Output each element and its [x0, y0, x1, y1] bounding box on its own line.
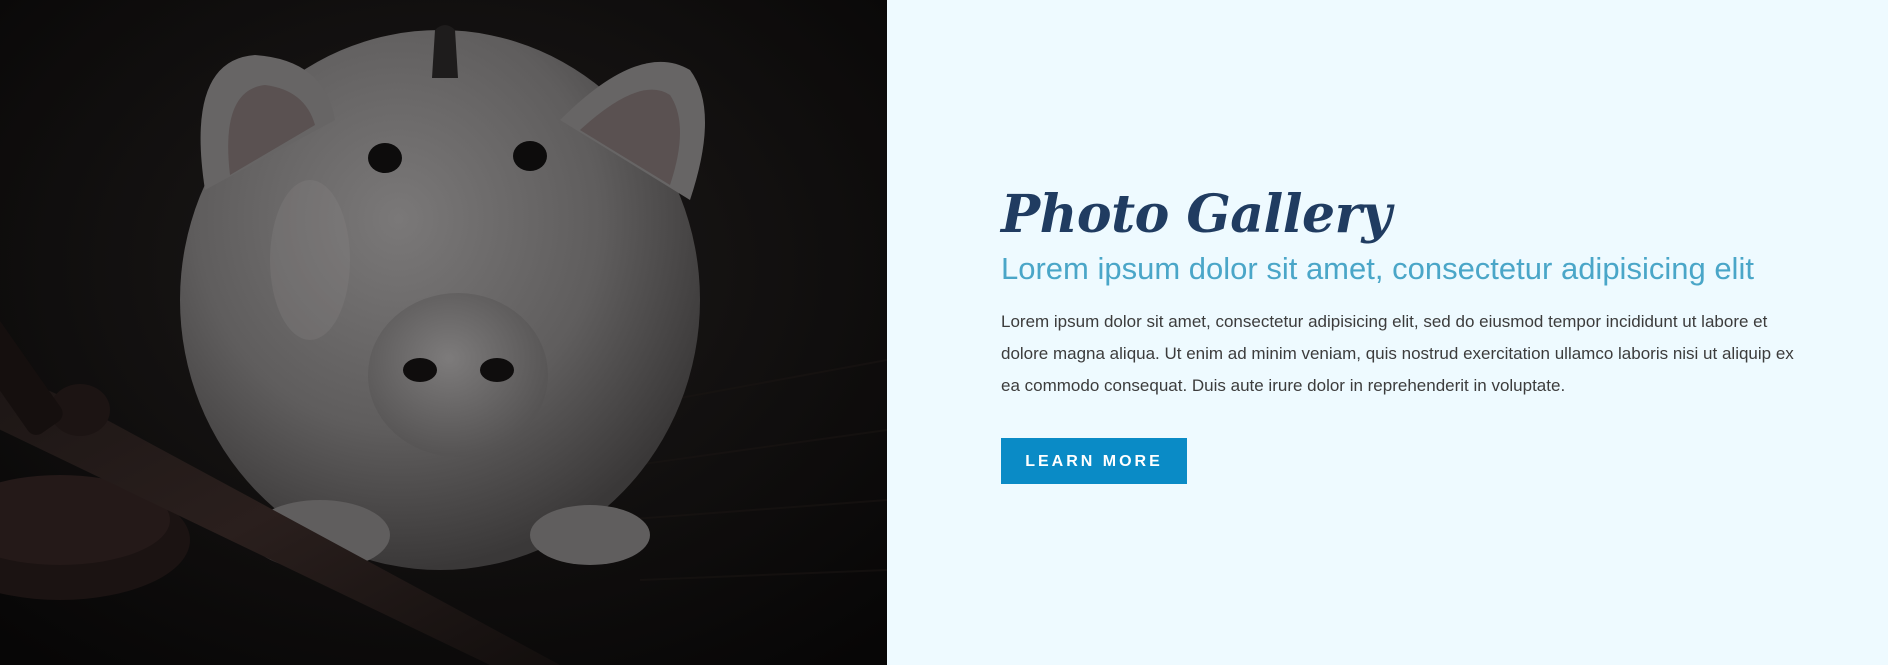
- section-body: Lorem ipsum dolor sit amet, consectetur …: [1001, 312, 1794, 395]
- content-block: Photo Gallery Lorem ipsum dolor sit amet…: [1001, 183, 1821, 484]
- content-panel: Photo Gallery Lorem ipsum dolor sit amet…: [887, 0, 1888, 665]
- photo-gallery-section: Photo Gallery Lorem ipsum dolor sit amet…: [0, 0, 1888, 665]
- piggy-bank-photo: [0, 0, 887, 665]
- section-subtitle: Lorem ipsum dolor sit amet, consectetur …: [1001, 251, 1754, 286]
- section-title: Photo Gallery: [1001, 184, 1392, 245]
- learn-more-button[interactable]: LEARN MORE: [1001, 438, 1187, 484]
- piggy-bank-gavel-image: [0, 0, 887, 665]
